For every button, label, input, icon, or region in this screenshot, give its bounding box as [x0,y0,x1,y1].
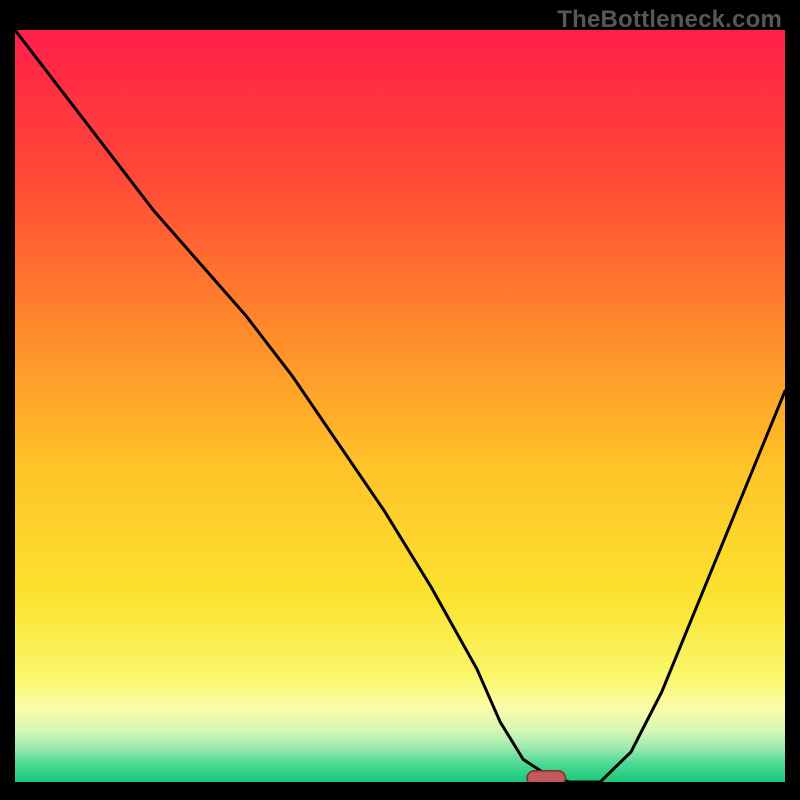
optimal-marker [527,771,566,782]
chart-svg [15,30,785,782]
chart-frame: TheBottleneck.com [0,0,800,800]
watermark-text: TheBottleneck.com [557,6,782,34]
plot-area [15,30,785,782]
